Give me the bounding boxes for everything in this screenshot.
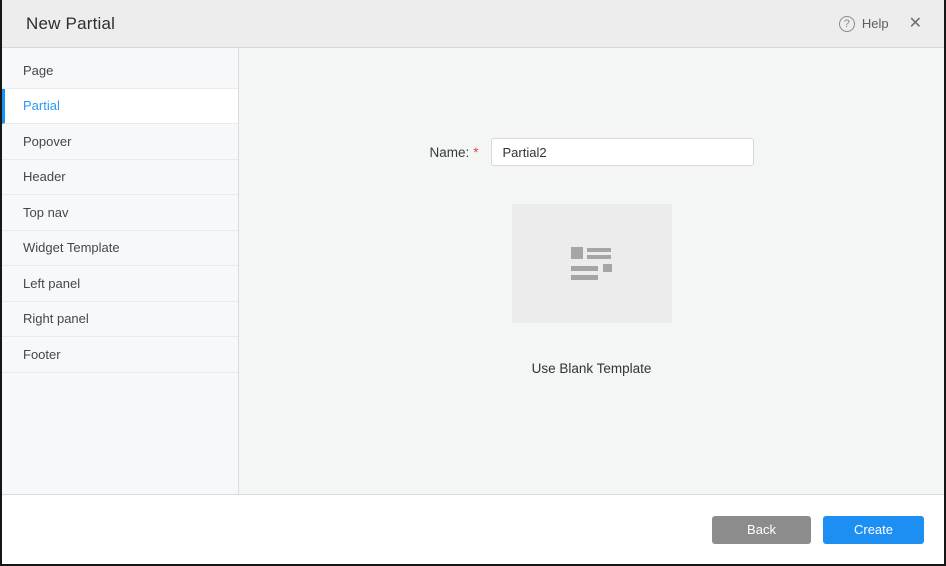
- icon-row-2: [571, 264, 612, 272]
- sidebar-item-left-panel[interactable]: Left panel: [2, 266, 238, 302]
- required-marker: *: [473, 145, 478, 160]
- dialog-title: New Partial: [26, 14, 115, 34]
- sidebar-item-page[interactable]: Page: [2, 53, 238, 89]
- new-partial-dialog: New Partial ? Help ✕ PagePartialPopoverH…: [0, 0, 946, 566]
- create-button[interactable]: Create: [823, 516, 924, 544]
- dialog-body: PagePartialPopoverHeaderTop navWidget Te…: [2, 48, 944, 494]
- sidebar-item-right-panel[interactable]: Right panel: [2, 302, 238, 338]
- close-icon[interactable]: ✕: [909, 16, 922, 32]
- dialog-footer: Back Create: [2, 494, 944, 564]
- help-label: Help: [862, 16, 889, 31]
- sidebar-item-widget-template[interactable]: Widget Template: [2, 231, 238, 267]
- icon-row-1: [571, 247, 612, 259]
- sidebar-item-top-nav[interactable]: Top nav: [2, 195, 238, 231]
- sidebar-item-footer[interactable]: Footer: [2, 337, 238, 373]
- main-panel: Name: *: [239, 48, 944, 494]
- back-button[interactable]: Back: [712, 516, 811, 544]
- name-label: Name:: [429, 145, 469, 160]
- sidebar: PagePartialPopoverHeaderTop navWidget Te…: [2, 48, 239, 494]
- blank-template-card[interactable]: Use Blank Template: [512, 204, 672, 376]
- header-actions: ? Help ✕: [839, 16, 922, 32]
- help-icon: ?: [839, 16, 855, 32]
- sidebar-item-partial[interactable]: Partial: [2, 89, 238, 125]
- icon-row-3: [571, 275, 612, 280]
- name-field-row: Name: *: [429, 138, 753, 166]
- blank-template-thumbnail[interactable]: [512, 204, 672, 323]
- name-input[interactable]: [491, 138, 754, 166]
- help-button[interactable]: ? Help: [839, 16, 889, 32]
- dialog-header: New Partial ? Help ✕: [2, 0, 944, 48]
- blank-template-icon: [571, 247, 612, 280]
- sidebar-item-header[interactable]: Header: [2, 160, 238, 196]
- blank-template-label[interactable]: Use Blank Template: [532, 361, 652, 376]
- sidebar-item-popover[interactable]: Popover: [2, 124, 238, 160]
